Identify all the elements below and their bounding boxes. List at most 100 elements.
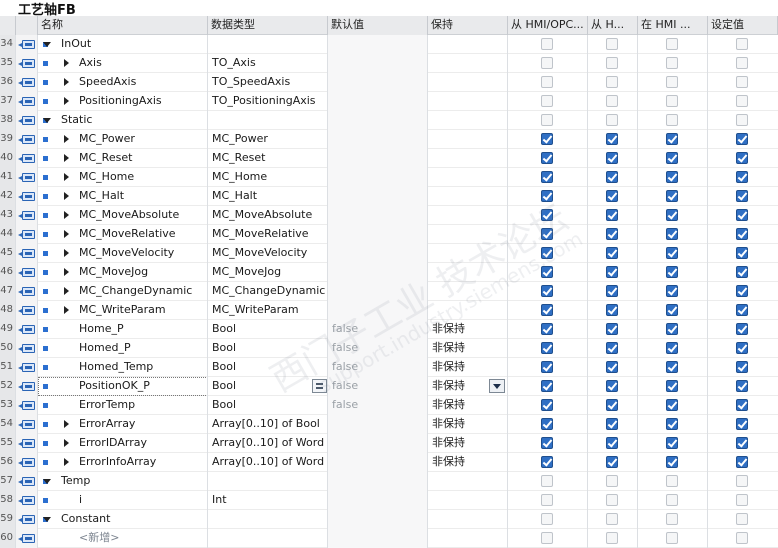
retain-cell[interactable] bbox=[428, 491, 508, 510]
type-cell[interactable]: MC_WriteParam bbox=[208, 301, 328, 320]
type-cell[interactable]: MC_MoveRelative bbox=[208, 225, 328, 244]
accessible-from-hmi-checkbox[interactable] bbox=[541, 285, 553, 297]
accessible-from-hmi-checkbox[interactable] bbox=[541, 76, 553, 88]
setpoint-checkbox[interactable] bbox=[736, 494, 748, 506]
retain-cell[interactable] bbox=[428, 73, 508, 92]
writable-from-hmi-checkbox[interactable] bbox=[606, 228, 618, 240]
name-cell[interactable]: MC_WriteParam bbox=[38, 301, 208, 320]
retain-cell[interactable] bbox=[428, 510, 508, 529]
table-row[interactable]: 37 PositioningAxis TO_PositioningAxis bbox=[0, 92, 778, 111]
setpoint-checkbox[interactable] bbox=[736, 532, 748, 544]
visible-in-hmi-checkbox[interactable] bbox=[666, 57, 678, 69]
default-cell[interactable]: false bbox=[328, 358, 428, 377]
name-cell[interactable]: ErrorArray bbox=[38, 415, 208, 434]
writable-from-hmi-checkbox[interactable] bbox=[606, 475, 618, 487]
retain-cell[interactable] bbox=[428, 244, 508, 263]
writable-from-hmi-checkbox[interactable] bbox=[606, 399, 618, 411]
table-row[interactable]: 35 Axis TO_Axis bbox=[0, 54, 778, 73]
type-cell[interactable]: MC_MoveAbsolute bbox=[208, 206, 328, 225]
accessible-from-hmi-checkbox[interactable] bbox=[541, 532, 553, 544]
name-cell[interactable]: PositioningAxis bbox=[38, 92, 208, 111]
default-cell[interactable] bbox=[328, 491, 428, 510]
table-row[interactable]: 57 Temp bbox=[0, 472, 778, 491]
type-cell[interactable]: Int bbox=[208, 491, 328, 510]
table-row[interactable]: 43 MC_MoveAbsolute MC_MoveAbsolute bbox=[0, 206, 778, 225]
name-cell[interactable]: Static bbox=[38, 111, 208, 130]
retain-cell[interactable]: 非保持 bbox=[428, 320, 508, 339]
table-row[interactable]: 40 MC_Reset MC_Reset bbox=[0, 149, 778, 168]
visible-in-hmi-checkbox[interactable] bbox=[666, 532, 678, 544]
visible-in-hmi-checkbox[interactable] bbox=[666, 247, 678, 259]
name-cell[interactable]: MC_MoveJog bbox=[38, 263, 208, 282]
default-cell[interactable] bbox=[328, 54, 428, 73]
writable-from-hmi-checkbox[interactable] bbox=[606, 418, 618, 430]
accessible-from-hmi-checkbox[interactable] bbox=[541, 133, 553, 145]
type-cell[interactable] bbox=[208, 510, 328, 529]
setpoint-checkbox[interactable] bbox=[736, 456, 748, 468]
expand-arrow-icon[interactable] bbox=[64, 192, 69, 200]
type-cell[interactable]: MC_Home bbox=[208, 168, 328, 187]
table-row[interactable]: 38 Static bbox=[0, 111, 778, 130]
default-cell[interactable] bbox=[328, 244, 428, 263]
retain-cell[interactable]: 非保持 bbox=[428, 434, 508, 453]
table-row[interactable]: 46 MC_MoveJog MC_MoveJog bbox=[0, 263, 778, 282]
accessible-from-hmi-checkbox[interactable] bbox=[541, 494, 553, 506]
retain-cell[interactable] bbox=[428, 54, 508, 73]
visible-in-hmi-checkbox[interactable] bbox=[666, 323, 678, 335]
header-default[interactable]: 默认值 bbox=[328, 16, 428, 35]
setpoint-checkbox[interactable] bbox=[736, 133, 748, 145]
header-hmi-in[interactable]: 在 HMI ... bbox=[638, 16, 708, 35]
accessible-from-hmi-checkbox[interactable] bbox=[541, 323, 553, 335]
setpoint-checkbox[interactable] bbox=[736, 304, 748, 316]
retain-cell[interactable] bbox=[428, 130, 508, 149]
default-cell[interactable]: false bbox=[328, 396, 428, 415]
table-row[interactable]: 58 i Int bbox=[0, 491, 778, 510]
table-row[interactable]: 53 ErrorTemp Bool false 非保持 bbox=[0, 396, 778, 415]
collapse-arrow-icon[interactable] bbox=[43, 118, 51, 123]
accessible-from-hmi-checkbox[interactable] bbox=[541, 418, 553, 430]
retain-cell[interactable] bbox=[428, 301, 508, 320]
expand-arrow-icon[interactable] bbox=[64, 268, 69, 276]
writable-from-hmi-checkbox[interactable] bbox=[606, 95, 618, 107]
name-cell[interactable]: i bbox=[38, 491, 208, 510]
type-cell[interactable]: Array[0..10] of Bool bbox=[208, 415, 328, 434]
writable-from-hmi-checkbox[interactable] bbox=[606, 437, 618, 449]
name-cell[interactable]: MC_Power bbox=[38, 130, 208, 149]
expand-arrow-icon[interactable] bbox=[64, 420, 69, 428]
visible-in-hmi-checkbox[interactable] bbox=[666, 399, 678, 411]
default-cell[interactable] bbox=[328, 187, 428, 206]
default-cell[interactable] bbox=[328, 168, 428, 187]
visible-in-hmi-checkbox[interactable] bbox=[666, 456, 678, 468]
name-cell[interactable]: MC_MoveVelocity bbox=[38, 244, 208, 263]
accessible-from-hmi-checkbox[interactable] bbox=[541, 342, 553, 354]
default-cell[interactable] bbox=[328, 472, 428, 491]
type-cell[interactable]: TO_PositioningAxis bbox=[208, 92, 328, 111]
name-cell[interactable]: MC_ChangeDynamic bbox=[38, 282, 208, 301]
setpoint-checkbox[interactable] bbox=[736, 114, 748, 126]
type-cell[interactable]: Bool bbox=[208, 377, 328, 396]
writable-from-hmi-checkbox[interactable] bbox=[606, 57, 618, 69]
writable-from-hmi-checkbox[interactable] bbox=[606, 456, 618, 468]
name-cell[interactable]: ErrorTemp bbox=[38, 396, 208, 415]
default-cell[interactable] bbox=[328, 130, 428, 149]
visible-in-hmi-checkbox[interactable] bbox=[666, 152, 678, 164]
expand-arrow-icon[interactable] bbox=[64, 135, 69, 143]
retain-cell[interactable] bbox=[428, 92, 508, 111]
default-cell[interactable] bbox=[328, 225, 428, 244]
default-cell[interactable] bbox=[328, 282, 428, 301]
header-name[interactable]: 名称 bbox=[38, 16, 208, 35]
accessible-from-hmi-checkbox[interactable] bbox=[541, 57, 553, 69]
writable-from-hmi-checkbox[interactable] bbox=[606, 209, 618, 221]
setpoint-checkbox[interactable] bbox=[736, 95, 748, 107]
type-cell[interactable]: Bool bbox=[208, 396, 328, 415]
table-row[interactable]: 56 ErrorInfoArray Array[0..10] of Word 非保持 bbox=[0, 453, 778, 472]
setpoint-checkbox[interactable] bbox=[736, 437, 748, 449]
writable-from-hmi-checkbox[interactable] bbox=[606, 304, 618, 316]
visible-in-hmi-checkbox[interactable] bbox=[666, 380, 678, 392]
name-cell[interactable]: InOut bbox=[38, 35, 208, 54]
retain-cell[interactable] bbox=[428, 225, 508, 244]
header-hmi-opc[interactable]: 从 HMI/OPC... bbox=[508, 16, 588, 35]
header-setpoint[interactable]: 设定值 bbox=[708, 16, 778, 35]
setpoint-checkbox[interactable] bbox=[736, 247, 748, 259]
default-cell[interactable] bbox=[328, 206, 428, 225]
